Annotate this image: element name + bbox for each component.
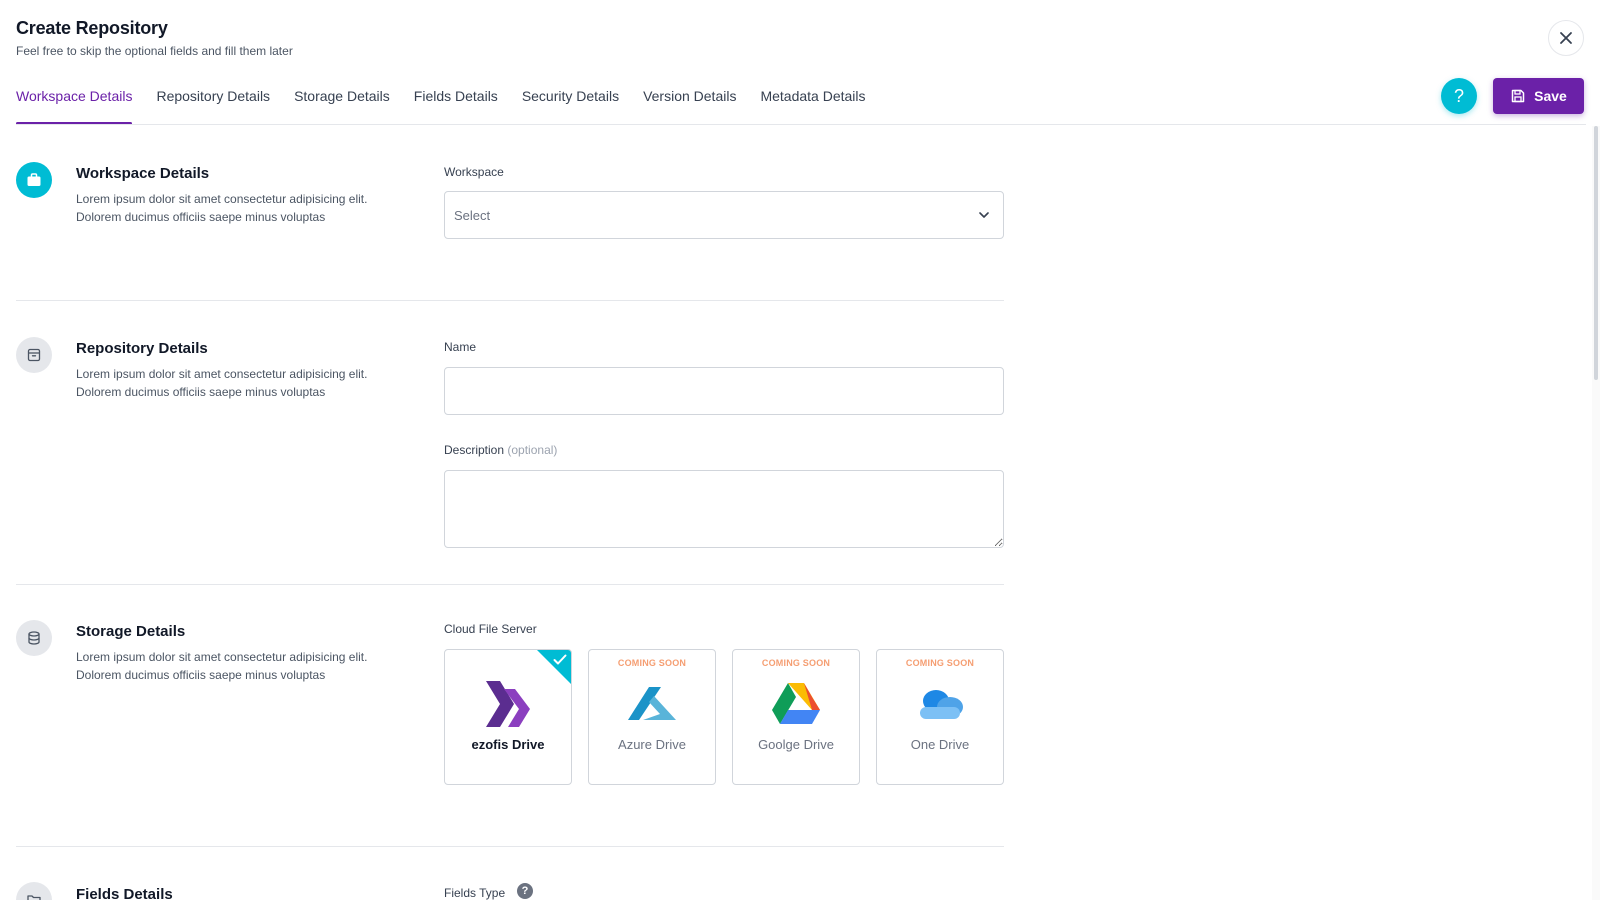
drive-name: ezofis Drive — [471, 737, 545, 752]
repository-section-title: Repository Details — [76, 340, 208, 357]
scrollbar-thumb[interactable] — [1594, 126, 1598, 380]
tab-fields-details[interactable]: Fields Details — [414, 80, 498, 125]
optional-hint: (optional) — [507, 443, 558, 457]
storage-section-icon — [16, 620, 52, 656]
coming-soon-badge: COMING SOON — [905, 658, 975, 668]
section-divider — [16, 584, 1004, 585]
section-divider — [16, 846, 1004, 847]
page-subtitle: Feel free to skip the optional fields an… — [16, 44, 293, 58]
coming-soon-badge: COMING SOON — [617, 658, 687, 668]
name-input[interactable] — [444, 367, 1004, 415]
description-textarea[interactable] — [444, 470, 1004, 548]
description-label-text: Description — [444, 443, 505, 457]
tab-version-details[interactable]: Version Details — [643, 80, 736, 125]
tab-metadata-details[interactable]: Metadata Details — [760, 80, 865, 125]
repository-section-icon — [16, 337, 52, 373]
workspace-section-description: Lorem ipsum dolor sit amet consectetur a… — [76, 192, 368, 224]
fields-type-help-icon[interactable]: ? — [517, 883, 533, 899]
tab-storage-details[interactable]: Storage Details — [294, 80, 390, 125]
repository-section-description: Lorem ipsum dolor sit amet consectetur a… — [76, 367, 368, 399]
drive-card-google[interactable]: COMING SOON Goolge Drive — [732, 649, 860, 785]
close-icon — [1560, 32, 1572, 44]
save-button[interactable]: Save — [1493, 78, 1584, 114]
tabs-divider — [16, 124, 1586, 125]
chevron-down-icon — [979, 212, 989, 218]
drive-card-onedrive[interactable]: COMING SOON One Drive — [876, 649, 1004, 785]
section-tabs: Workspace Details Repository Details Sto… — [16, 80, 866, 125]
tab-repository-details[interactable]: Repository Details — [156, 80, 270, 125]
database-icon — [28, 631, 40, 645]
onedrive-logo-icon — [877, 678, 1003, 730]
coming-soon-badge: COMING SOON — [761, 658, 831, 668]
storage-section-title: Storage Details — [76, 623, 186, 640]
workspace-section-icon — [16, 162, 52, 198]
save-button-label: Save — [1534, 88, 1567, 104]
drive-card-ezofis[interactable]: ezofis Drive — [444, 649, 572, 785]
drive-card-azure[interactable]: COMING SOON Azure Drive — [588, 649, 716, 785]
fields-type-label: Fields Type — [444, 886, 506, 900]
fields-section-icon — [16, 882, 52, 900]
close-button[interactable] — [1548, 20, 1584, 56]
google-drive-logo-icon — [733, 678, 859, 730]
azure-logo-icon — [589, 678, 715, 730]
briefcase-icon — [27, 173, 41, 186]
cloud-file-server-label: Cloud File Server — [444, 622, 537, 636]
description-field-label: Description (optional) — [444, 443, 557, 457]
drive-name: Azure Drive — [618, 737, 686, 752]
workspace-select[interactable]: Select — [444, 191, 1004, 239]
drive-name: Goolge Drive — [758, 737, 834, 752]
ezofis-logo-icon — [445, 678, 571, 730]
tab-security-details[interactable]: Security Details — [522, 80, 619, 125]
page-title: Create Repository — [16, 18, 168, 38]
folder-icon — [27, 895, 41, 900]
question-icon: ? — [1453, 85, 1464, 106]
workspace-select-placeholder: Select — [454, 207, 491, 223]
drive-name: One Drive — [910, 737, 970, 752]
tab-workspace-details[interactable]: Workspace Details — [16, 80, 133, 125]
fields-section-title: Fields Details — [76, 886, 173, 900]
storage-section-description: Lorem ipsum dolor sit amet consectetur a… — [76, 650, 368, 682]
floppy-disk-icon — [1511, 89, 1525, 103]
name-field-label: Name — [444, 340, 477, 354]
workspace-field-label: Workspace — [444, 165, 504, 179]
workspace-section-title: Workspace Details — [76, 165, 210, 182]
check-icon — [553, 654, 567, 665]
help-button[interactable]: ? — [1441, 78, 1477, 114]
archive-icon — [27, 348, 41, 362]
section-divider — [16, 300, 1004, 301]
